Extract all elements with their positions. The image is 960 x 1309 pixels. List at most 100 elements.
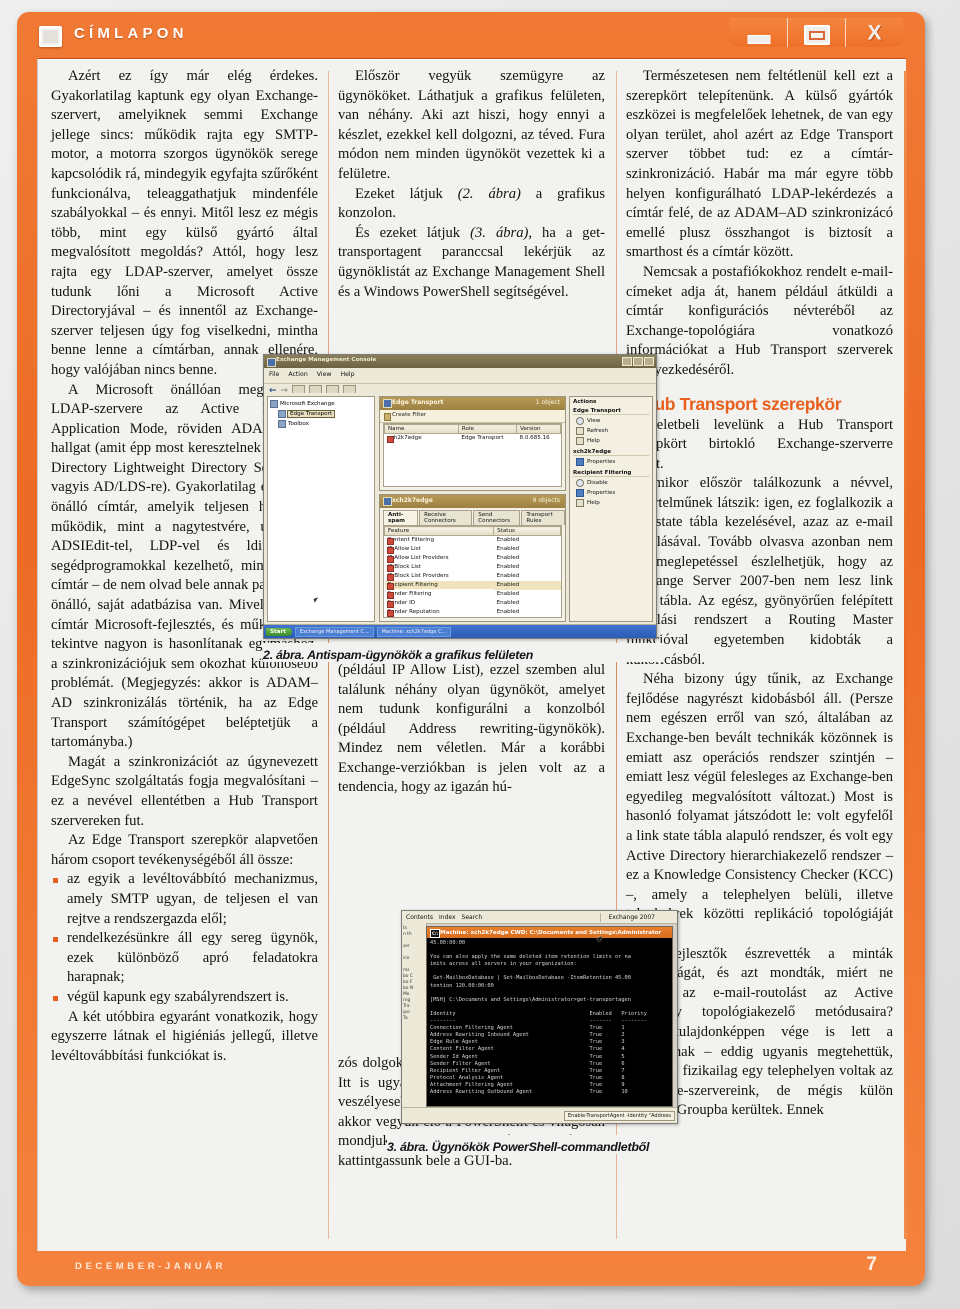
help-icon (576, 499, 584, 507)
figure-reference: Ezeket látjuk (2. ábra) a grafikus konzo… (338, 185, 605, 224)
cell-feature: IP Allow List Providers (385, 554, 494, 563)
paragraph: Természetesen nem feltétlenül kell ezt a… (626, 68, 893, 261)
list-item: végül kapunk egy szabályrendszert is. (51, 988, 318, 1008)
panel-icon (383, 399, 392, 408)
figure-powershell-console[interactable]: Contents Index Search Exchange 2007 ts n … (401, 910, 678, 1124)
help-title: Exchange 2007 (599, 912, 677, 922)
help-viewer-tabs[interactable]: Contents Index Search Exchange 2007 (402, 911, 677, 924)
panel-tabs[interactable]: Anti-spam Receive Connectors Send Connec… (380, 508, 565, 525)
maximize-button[interactable] (787, 18, 845, 47)
tab-index[interactable]: Index (439, 914, 456, 921)
menu-view[interactable]: View (317, 371, 332, 383)
page-title: CÍMLAPON (74, 25, 188, 42)
cell-status: Enabled (496, 573, 520, 579)
emc-maximize-icon[interactable] (633, 357, 643, 366)
table-row[interactable]: Content Filtering Enabled (385, 536, 561, 545)
action-help[interactable]: Help (573, 436, 649, 446)
col-header-status[interactable]: Status (493, 526, 561, 536)
cell-feature: Sender Reputation (385, 608, 494, 617)
start-button[interactable]: Start (266, 627, 292, 636)
table-row[interactable]: xch2k7edge Edge Transport 8.0.685.16 (385, 434, 561, 443)
figref-label: (2. ábra) (457, 185, 521, 202)
menu-help[interactable]: Help (340, 371, 354, 383)
figure-2-caption: 2. ábra. Antispam-ügynökök a grafikus fe… (263, 643, 663, 662)
properties-icon (576, 458, 584, 466)
action-refresh[interactable]: Refresh (573, 426, 649, 436)
window-controls[interactable]: X (730, 18, 903, 47)
minimize-icon (747, 35, 770, 44)
tab-search[interactable]: Search (462, 914, 483, 921)
cell-status: Enabled (496, 537, 520, 543)
emc-title-bar: Exchange Management Console (264, 355, 656, 368)
col-header-feature[interactable]: Feature (384, 526, 495, 536)
cell-status: Enabled (496, 564, 520, 570)
table-row[interactable]: IP Block List Enabled (385, 563, 561, 572)
table-row[interactable]: Sender ID Enabled (385, 599, 561, 608)
action-properties[interactable]: Properties (573, 457, 649, 467)
cell-status: Enabled (496, 591, 520, 597)
edge-transport-icon (278, 410, 286, 418)
emc-window-controls[interactable] (622, 357, 654, 366)
tab-send-connectors[interactable]: Send Connectors (473, 510, 521, 525)
menu-file[interactable]: File (269, 371, 279, 383)
console-icon: C:\ (430, 929, 440, 938)
close-button[interactable]: X (845, 18, 903, 47)
powershell-output[interactable]: 45.00:00:00 You can also apply the same … (427, 938, 672, 1106)
powershell-window[interactable]: C:\ Machine: xch2k7edge CWD: C:\Document… (426, 926, 673, 1107)
windows-taskbar[interactable]: Start Exchange Management C... Machine: … (264, 625, 656, 638)
action-help-2[interactable]: Help (573, 498, 649, 508)
table-row-selected[interactable]: Recipient Filtering Enabled (384, 580, 561, 590)
actions-group-edge-transport: Edge Transport (573, 408, 649, 415)
list-item: az egyik a levéltovábbító mechanizmus, a… (51, 870, 318, 929)
table-row[interactable]: IP Allow List Providers Enabled (385, 554, 561, 563)
tree-item-toolbox[interactable]: Toolbox (278, 420, 372, 428)
paragraph: Néha bizony úgy tűnik, az Exchange fejlő… (626, 671, 893, 942)
feature-grid[interactable]: Feature Status Content Filtering Enabled … (383, 525, 562, 618)
tab-receive-connectors[interactable]: Receive Connectors (419, 510, 473, 525)
create-filter-button[interactable]: Create Filter (380, 410, 565, 423)
emc-close-icon[interactable] (644, 357, 654, 366)
panel-title: xch2k7edge (392, 497, 433, 504)
emc-actions-pane[interactable]: Actions Edge Transport View Refresh Help… (569, 396, 653, 622)
cell-feature: Sender Filtering (385, 590, 494, 599)
tree-item-edge-transport[interactable]: Edge Transport (278, 410, 372, 418)
figref-pre: Ezeket látjuk (355, 185, 458, 202)
action-label: Help (587, 438, 600, 444)
actions-group-xch2k7edge: xch2k7edge (573, 449, 649, 456)
tab-contents[interactable]: Contents (406, 914, 433, 921)
tree-item-microsoft-exchange[interactable]: Microsoft Exchange (270, 400, 372, 408)
column-divider-3 (904, 71, 907, 1239)
action-view[interactable]: View (573, 416, 649, 426)
tree-item-label: Edge Transport (286, 410, 336, 418)
minimize-button[interactable] (730, 18, 787, 47)
powershell-bottom-bar: Enable-TransportAgent -Identity "Address (402, 1107, 677, 1123)
window-square-icon (39, 26, 62, 47)
table-row[interactable]: Sender Filtering Enabled (385, 590, 561, 599)
action-label: Help (587, 500, 600, 506)
emc-menu-bar[interactable]: File Action View Help (264, 368, 656, 384)
figure-exchange-management-console[interactable]: Exchange Management Console File Action … (263, 354, 657, 639)
table-row[interactable]: IP Allow List Enabled (385, 545, 561, 554)
paragraph: Először vegyük szemügyre az ügynököket. … (338, 68, 605, 182)
tab-transport-rules[interactable]: Transport Rules (521, 510, 565, 525)
col-header-role[interactable]: Role (457, 424, 517, 434)
action-disable[interactable]: Disable (573, 478, 649, 488)
emc-tree-pane[interactable]: Microsoft Exchange Edge Transport Toolbo… (267, 396, 375, 622)
emc-minimize-icon[interactable] (622, 357, 632, 366)
taskbar-item[interactable]: Machine: xch2k7edge C... (376, 626, 452, 637)
tab-anti-spam[interactable]: Anti-spam (383, 510, 419, 525)
content-area: Azért ez így már elég érdekes. Gyakorlat… (37, 58, 907, 1251)
cell-status: Enabled (496, 555, 520, 561)
paragraph: Azért ez így már elég érdekes. Gyakorlat… (51, 68, 318, 378)
col-header-version[interactable]: Version (515, 424, 561, 434)
action-properties-2[interactable]: Properties (573, 488, 649, 498)
col-header-name[interactable]: Name (384, 424, 459, 434)
help-topic-list[interactable]: ts n th ser ice ms bo Cbo Fbo N Me rng Tra ipo… (402, 923, 427, 1111)
table-row[interactable]: IP Block List Providers Enabled (385, 572, 561, 581)
taskbar-item[interactable]: Exchange Management C... (294, 626, 374, 637)
table-row[interactable]: Sender Reputation Enabled (385, 608, 561, 617)
server-grid[interactable]: Name Role Version xch2k7edge Edge Transp… (383, 423, 562, 487)
menu-action[interactable]: Action (288, 371, 307, 383)
cell-status: Enabled (496, 546, 520, 552)
paragraph: Magát a szinkronizációt az úgynevezett E… (51, 753, 318, 829)
